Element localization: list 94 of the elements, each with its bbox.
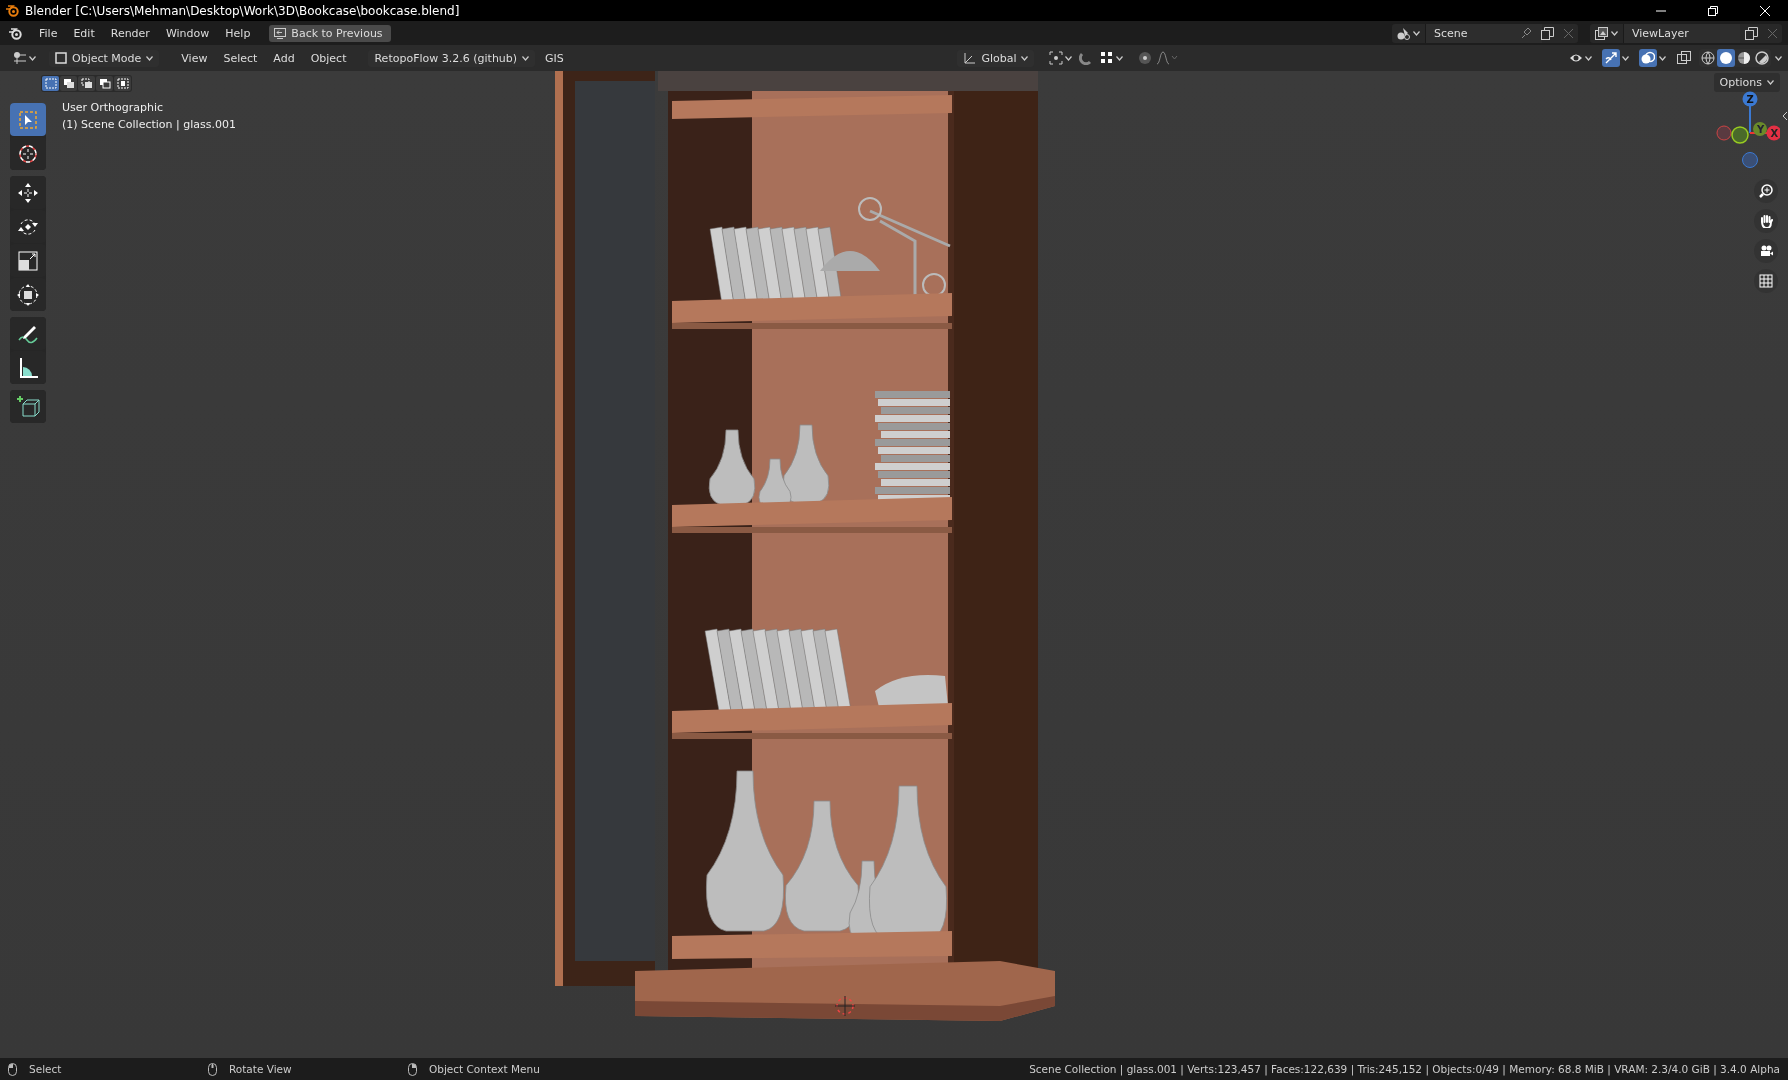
wireframe-shading-icon <box>1701 51 1715 65</box>
mouse-icon <box>408 1062 417 1076</box>
editor-type-icon <box>13 51 27 65</box>
close-icon <box>1760 5 1770 16</box>
selection-mode-icon <box>80 78 93 89</box>
camera-button[interactable] <box>1754 239 1778 263</box>
axes-icon <box>963 51 977 65</box>
falloff-curve-icon[interactable] <box>1156 51 1179 65</box>
caret-icon <box>146 55 154 61</box>
solid-shading-button[interactable] <box>1717 49 1735 67</box>
menu-item[interactable]: Add <box>267 49 301 67</box>
menu-item[interactable]: GIS <box>539 49 570 67</box>
menu-item[interactable]: Edit <box>66 23 102 43</box>
pin-icon[interactable] <box>1520 27 1532 39</box>
blender-logo-icon <box>5 4 19 17</box>
options-dropdown[interactable]: Options <box>1713 73 1780 92</box>
close-icon[interactable] <box>1768 28 1777 38</box>
wireframe-shading-button[interactable] <box>1699 49 1717 67</box>
camera-icon <box>1759 244 1773 258</box>
close-icon[interactable] <box>1564 28 1573 38</box>
duplicate-icon[interactable] <box>1745 26 1758 40</box>
view-name-label: User Orthographic <box>62 101 165 114</box>
grid-icon <box>1759 274 1773 288</box>
grid-button[interactable] <box>1754 269 1778 293</box>
axis-label: Y <box>1757 124 1765 135</box>
selection-mode-button[interactable] <box>96 76 113 91</box>
zoom-button[interactable] <box>1754 179 1778 203</box>
hand-button[interactable] <box>1754 209 1778 233</box>
caret-icon <box>1611 30 1618 36</box>
caret-icon <box>1021 55 1029 61</box>
active-object-label: (1) Scene Collection | glass.001 <box>62 118 236 131</box>
orientation-dropdown[interactable]: Global <box>957 49 1035 67</box>
3d-cursor-icon[interactable] <box>834 995 856 1017</box>
caret-icon <box>1622 55 1629 61</box>
axis-label: X <box>1770 128 1779 139</box>
shortcut-hint: Rotate View <box>229 1063 292 1075</box>
solid-shading-icon <box>1719 51 1733 65</box>
rendered-shading-icon <box>1755 51 1769 65</box>
addon-dropdown[interactable]: RetopoFlow 3.2.6 (github) <box>368 49 536 67</box>
pivot-icon <box>1049 51 1064 65</box>
mouse-icon <box>208 1062 217 1076</box>
caret-icon <box>1659 55 1666 61</box>
view-layer-icon <box>1595 26 1609 40</box>
shortcut-hint: Select <box>29 1063 62 1075</box>
shortcut-hint: Object Context Menu <box>429 1063 540 1075</box>
menu-item[interactable]: File <box>32 23 65 43</box>
selection-mode-icon <box>116 78 129 89</box>
view-layer-field[interactable]: ViewLayer <box>1624 23 1740 43</box>
gizmo-toggle[interactable] <box>1599 47 1632 69</box>
sidebar-toggle-icon[interactable] <box>1782 111 1788 121</box>
axis-gizmo-drawing[interactable] <box>1716 91 1780 168</box>
caret-icon <box>1767 80 1774 85</box>
dropdown-caret-icon[interactable] <box>1775 55 1782 61</box>
restore-icon <box>1708 5 1718 16</box>
caret-icon <box>1413 30 1420 36</box>
axis-label: Z <box>1746 94 1754 105</box>
menu-item[interactable]: Help <box>218 23 258 43</box>
proportional-edit-icon[interactable] <box>1138 51 1153 65</box>
window-title: Blender [C:\Users\Mehman\Desktop\Work\3D\Bookcase\bookcase.blend] <box>25 3 461 18</box>
caret-icon <box>1065 55 1073 61</box>
screen-back-icon <box>274 27 287 39</box>
mode-dropdown[interactable]: Object Mode <box>49 49 160 67</box>
add-cube-tool-button[interactable] <box>10 390 46 423</box>
material-shading-button[interactable] <box>1735 49 1753 67</box>
scene-icon <box>1397 26 1411 40</box>
menu-item[interactable]: Object <box>304 49 353 67</box>
snap-grid-icon <box>1100 51 1115 65</box>
x-ray-icon[interactable] <box>1677 51 1691 65</box>
material-shading-icon <box>1737 51 1751 65</box>
caret-icon <box>1116 55 1124 61</box>
selection-mode-button[interactable] <box>114 76 131 91</box>
caret-icon <box>29 55 36 61</box>
menu-item[interactable]: Render <box>103 23 157 43</box>
selection-mode-icon <box>44 78 57 89</box>
caret-icon <box>522 55 530 61</box>
duplicate-icon[interactable] <box>1541 26 1554 40</box>
rendered-shading-button[interactable] <box>1753 49 1771 67</box>
zoom-icon <box>1759 184 1773 198</box>
menu-item[interactable]: Select <box>217 49 264 67</box>
menu-item[interactable]: Window <box>158 23 217 43</box>
caret-icon <box>1585 55 1592 61</box>
menu-item[interactable]: View <box>175 49 214 67</box>
scene-field[interactable]: Scene <box>1426 23 1542 43</box>
blender-logo-icon <box>8 26 22 40</box>
selection-mode-button[interactable] <box>78 76 95 91</box>
selection-mode-icon <box>98 78 111 89</box>
hand-icon <box>1759 214 1773 228</box>
overlay-toggle[interactable] <box>1636 47 1669 69</box>
add-cube-icon <box>15 393 41 420</box>
scene-statistics: Scene Collection | glass.001 | Verts:123,457 | Faces:122,639 | Tris:245,152 | Objects:0/49 | Memory: 68.8 MiB | VRAM: 2.3/4.0 GiB | 3.4.0 Alpha <box>1029 1063 1780 1075</box>
mouse-icon <box>8 1062 17 1076</box>
selection-mode-button[interactable] <box>60 76 77 91</box>
back-to-previous-button[interactable]: Back to Previous <box>269 24 391 42</box>
selection-mode-icon <box>62 78 75 89</box>
